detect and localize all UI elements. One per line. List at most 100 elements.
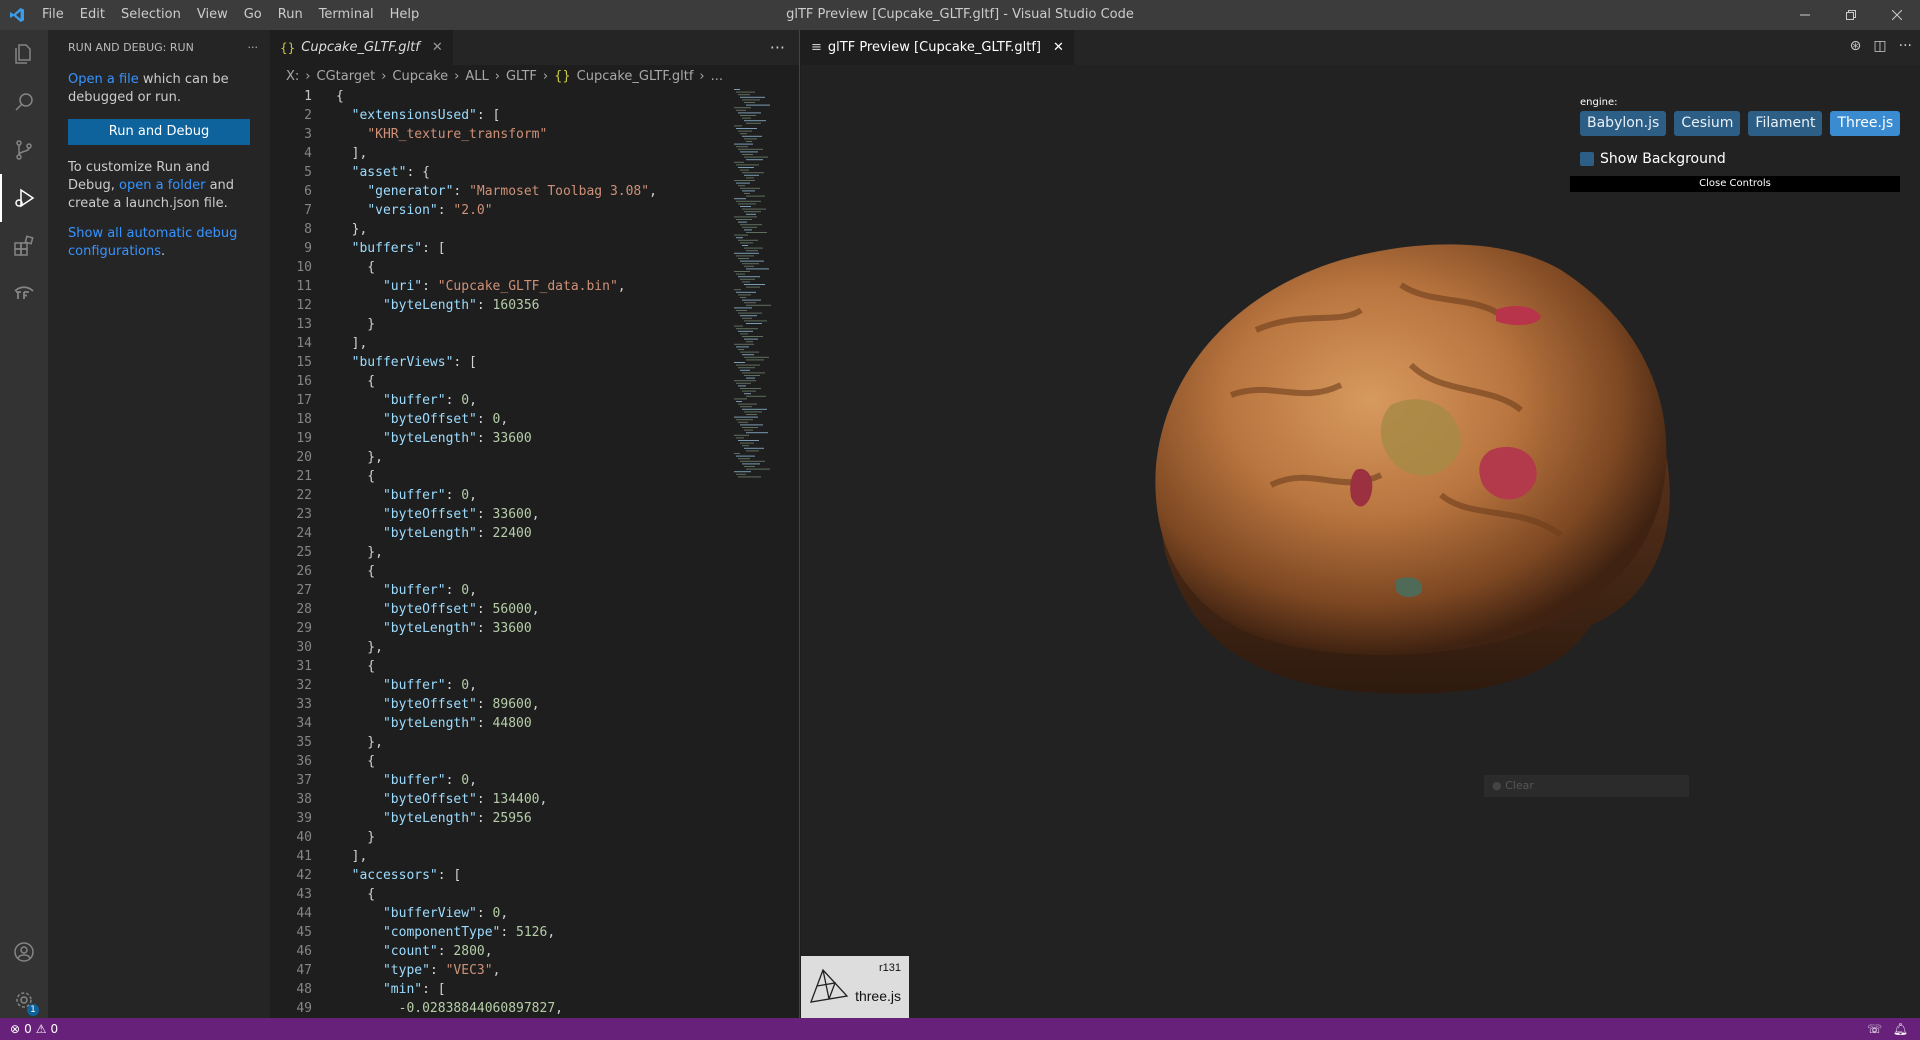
code-line[interactable]: 21 { xyxy=(270,467,730,486)
code-line[interactable]: 49 -0.02838844060897827, xyxy=(270,999,730,1018)
code-line[interactable]: 33 "byteOffset": 89600, xyxy=(270,695,730,714)
code-line[interactable]: 46 "count": 2800, xyxy=(270,942,730,961)
gltf-globe-icon[interactable]: ⊛ xyxy=(1850,38,1862,54)
menu-help[interactable]: Help xyxy=(382,0,428,30)
run-and-debug-button[interactable]: Run and Debug xyxy=(68,119,250,145)
code-line[interactable]: 13 } xyxy=(270,315,730,334)
crumb-drive[interactable]: X: xyxy=(286,69,299,84)
crumb-file[interactable]: Cupcake_GLTF.gltf xyxy=(577,69,694,84)
open-folder-link[interactable]: open a folder xyxy=(119,178,205,193)
minimize-icon[interactable] xyxy=(1782,0,1828,30)
problems-indicator[interactable]: ⊗ 0 ⚠ 0 xyxy=(10,1022,58,1036)
minimap[interactable] xyxy=(732,87,792,507)
code-line[interactable]: 7 "version": "2.0" xyxy=(270,201,730,220)
crumb-all[interactable]: ALL xyxy=(465,69,488,84)
feedback-icon[interactable]: ☏ xyxy=(1867,1022,1882,1036)
tab-gltf-preview[interactable]: ≡ glTF Preview [Cupcake_GLTF.gltf] ✕ xyxy=(801,30,1074,65)
search-icon[interactable] xyxy=(0,78,48,126)
notifications-bell-icon[interactable]: 🔔︎ xyxy=(1893,1022,1908,1036)
code-line[interactable]: 18 "byteOffset": 0, xyxy=(270,410,730,429)
code-line[interactable]: 26 { xyxy=(270,562,730,581)
code-line[interactable]: 43 { xyxy=(270,885,730,904)
menu-run[interactable]: Run xyxy=(270,0,311,30)
code-line[interactable]: 28 "byteOffset": 56000, xyxy=(270,600,730,619)
code-line[interactable]: 11 "uri": "Cupcake_GLTF_data.bin", xyxy=(270,277,730,296)
code-line[interactable]: 22 "buffer": 0, xyxy=(270,486,730,505)
scrollbar[interactable] xyxy=(787,87,791,847)
crumb-cgtarget[interactable]: CGtarget xyxy=(317,69,376,84)
tab-cupcake-gltf[interactable]: {} Cupcake_GLTF.gltf ✕ xyxy=(270,30,453,65)
code-line[interactable]: 40 } xyxy=(270,828,730,847)
code-line[interactable]: 32 "buffer": 0, xyxy=(270,676,730,695)
code-line[interactable]: 2 "extensionsUsed": [ xyxy=(270,106,730,125)
menu-go[interactable]: Go xyxy=(236,0,270,30)
code-line[interactable]: 10 { xyxy=(270,258,730,277)
close-window-icon[interactable] xyxy=(1874,0,1920,30)
engine-cesium-button[interactable]: Cesium xyxy=(1674,111,1741,136)
menu-terminal[interactable]: Terminal xyxy=(311,0,382,30)
gltf-tools-icon[interactable] xyxy=(0,270,48,318)
show-all-configs-link[interactable]: Show all automatic debug configurations xyxy=(68,226,237,259)
cupcake-model[interactable] xyxy=(801,65,1920,1018)
code-line[interactable]: 34 "byteLength": 44800 xyxy=(270,714,730,733)
code-line[interactable]: 16 { xyxy=(270,372,730,391)
3d-viewport[interactable]: engine: Babylon.js Cesium Filament Three… xyxy=(801,65,1920,1018)
code-line[interactable]: 17 "buffer": 0, xyxy=(270,391,730,410)
clear-button[interactable]: ● Clear xyxy=(1484,775,1689,797)
code-line[interactable]: 41 ], xyxy=(270,847,730,866)
more-actions-icon[interactable]: ··· xyxy=(1899,38,1912,54)
editor-more-icon[interactable]: ··· xyxy=(770,38,785,57)
engine-babylon-button[interactable]: Babylon.js xyxy=(1580,111,1667,136)
open-file-link[interactable]: Open a file xyxy=(68,72,139,87)
tab-close-icon[interactable]: ✕ xyxy=(432,40,443,55)
code-line[interactable]: 35 }, xyxy=(270,733,730,752)
code-editor[interactable]: 1{2 "extensionsUsed": [3 "KHR_texture_tr… xyxy=(270,87,730,1018)
code-line[interactable]: 23 "byteOffset": 33600, xyxy=(270,505,730,524)
crumb-gltf[interactable]: GLTF xyxy=(506,69,537,84)
threejs-badge[interactable]: r131 three.js xyxy=(801,956,909,1018)
code-line[interactable]: 24 "byteLength": 22400 xyxy=(270,524,730,543)
engine-threejs-button[interactable]: Three.js xyxy=(1830,111,1901,136)
code-line[interactable]: 27 "buffer": 0, xyxy=(270,581,730,600)
restore-icon[interactable] xyxy=(1828,0,1874,30)
menu-view[interactable]: View xyxy=(189,0,236,30)
code-line[interactable]: 47 "type": "VEC3", xyxy=(270,961,730,980)
code-line[interactable]: 39 "byteLength": 25956 xyxy=(270,809,730,828)
code-line[interactable]: 44 "bufferView": 0, xyxy=(270,904,730,923)
crumb-cupcake[interactable]: Cupcake xyxy=(392,69,448,84)
show-background-checkbox[interactable] xyxy=(1580,152,1594,166)
code-line[interactable]: 9 "buffers": [ xyxy=(270,239,730,258)
code-line[interactable]: 19 "byteLength": 33600 xyxy=(270,429,730,448)
code-line[interactable]: 29 "byteLength": 33600 xyxy=(270,619,730,638)
engine-filament-button[interactable]: Filament xyxy=(1748,111,1823,136)
code-line[interactable]: 31 { xyxy=(270,657,730,676)
code-line[interactable]: 25 }, xyxy=(270,543,730,562)
crumb-symbol[interactable]: ... xyxy=(711,69,723,84)
extensions-icon[interactable] xyxy=(0,222,48,270)
show-background-toggle[interactable]: Show Background xyxy=(1580,151,1900,167)
explorer-icon[interactable] xyxy=(0,30,48,78)
code-line[interactable]: 36 { xyxy=(270,752,730,771)
source-control-icon[interactable] xyxy=(0,126,48,174)
code-line[interactable]: 30 }, xyxy=(270,638,730,657)
code-line[interactable]: 6 "generator": "Marmoset Toolbag 3.08", xyxy=(270,182,730,201)
code-line[interactable]: 37 "buffer": 0, xyxy=(270,771,730,790)
code-line[interactable]: 12 "byteLength": 160356 xyxy=(270,296,730,315)
split-editor-icon[interactable]: ◫ xyxy=(1873,38,1886,54)
code-line[interactable]: 14 ], xyxy=(270,334,730,353)
code-line[interactable]: 8 }, xyxy=(270,220,730,239)
code-line[interactable]: 15 "bufferViews": [ xyxy=(270,353,730,372)
menu-file[interactable]: File xyxy=(34,0,72,30)
more-actions-icon[interactable]: ··· xyxy=(248,41,259,54)
close-controls-button[interactable]: Close Controls xyxy=(1570,176,1900,192)
account-icon[interactable] xyxy=(0,928,48,976)
code-line[interactable]: 4 ], xyxy=(270,144,730,163)
code-line[interactable]: 48 "min": [ xyxy=(270,980,730,999)
menu-edit[interactable]: Edit xyxy=(72,0,113,30)
code-line[interactable]: 20 }, xyxy=(270,448,730,467)
code-line[interactable]: 42 "accessors": [ xyxy=(270,866,730,885)
tab-close-icon[interactable]: ✕ xyxy=(1053,40,1064,55)
settings-gear-icon[interactable]: 1 xyxy=(0,976,48,1024)
code-line[interactable]: 3 "KHR_texture_transform" xyxy=(270,125,730,144)
menu-selection[interactable]: Selection xyxy=(113,0,189,30)
